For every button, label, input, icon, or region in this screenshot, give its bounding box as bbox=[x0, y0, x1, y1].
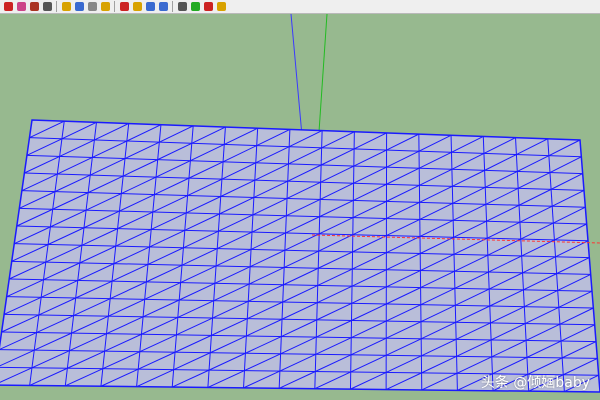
styles-button[interactable] bbox=[215, 1, 227, 13]
eraser-icon bbox=[16, 2, 26, 11]
materials-icon bbox=[190, 2, 200, 11]
components-icon bbox=[177, 2, 187, 11]
toolbar-separator bbox=[172, 1, 173, 12]
modeling-viewport[interactable] bbox=[0, 14, 600, 400]
zoom-extents-button[interactable] bbox=[157, 1, 169, 13]
protractor-icon bbox=[87, 2, 97, 11]
triangulated-surface-mesh[interactable] bbox=[0, 119, 600, 393]
tape-measure-icon bbox=[61, 2, 71, 11]
pan-button[interactable] bbox=[131, 1, 143, 13]
materials-button[interactable] bbox=[189, 1, 201, 13]
toolbar bbox=[0, 0, 600, 14]
orbit-button[interactable] bbox=[118, 1, 130, 13]
layers-button[interactable] bbox=[202, 1, 214, 13]
styles-icon bbox=[216, 2, 226, 11]
toolbar-separator bbox=[114, 1, 115, 12]
zoom-extents-icon bbox=[158, 2, 168, 11]
pan-icon bbox=[132, 2, 142, 11]
components-button[interactable] bbox=[176, 1, 188, 13]
dimension-button[interactable] bbox=[73, 1, 85, 13]
watermark-text: 头条 @倾婳baby bbox=[480, 375, 590, 391]
orbit-icon bbox=[119, 2, 129, 11]
text-tool-button[interactable] bbox=[99, 1, 111, 13]
paint-bucket-icon bbox=[29, 2, 39, 11]
follow-me-button[interactable] bbox=[41, 1, 53, 13]
select-button[interactable] bbox=[2, 1, 14, 13]
eraser-button[interactable] bbox=[15, 1, 27, 13]
protractor-button[interactable] bbox=[86, 1, 98, 13]
layers-icon bbox=[203, 2, 213, 11]
tape-measure-button[interactable] bbox=[60, 1, 72, 13]
paint-bucket-button[interactable] bbox=[28, 1, 40, 13]
zoom-icon bbox=[145, 2, 155, 11]
text-tool-icon bbox=[100, 2, 110, 11]
follow-me-icon bbox=[42, 2, 52, 11]
select-icon bbox=[3, 2, 13, 11]
zoom-button[interactable] bbox=[144, 1, 156, 13]
toolbar-separator bbox=[56, 1, 57, 12]
dimension-icon bbox=[74, 2, 84, 11]
